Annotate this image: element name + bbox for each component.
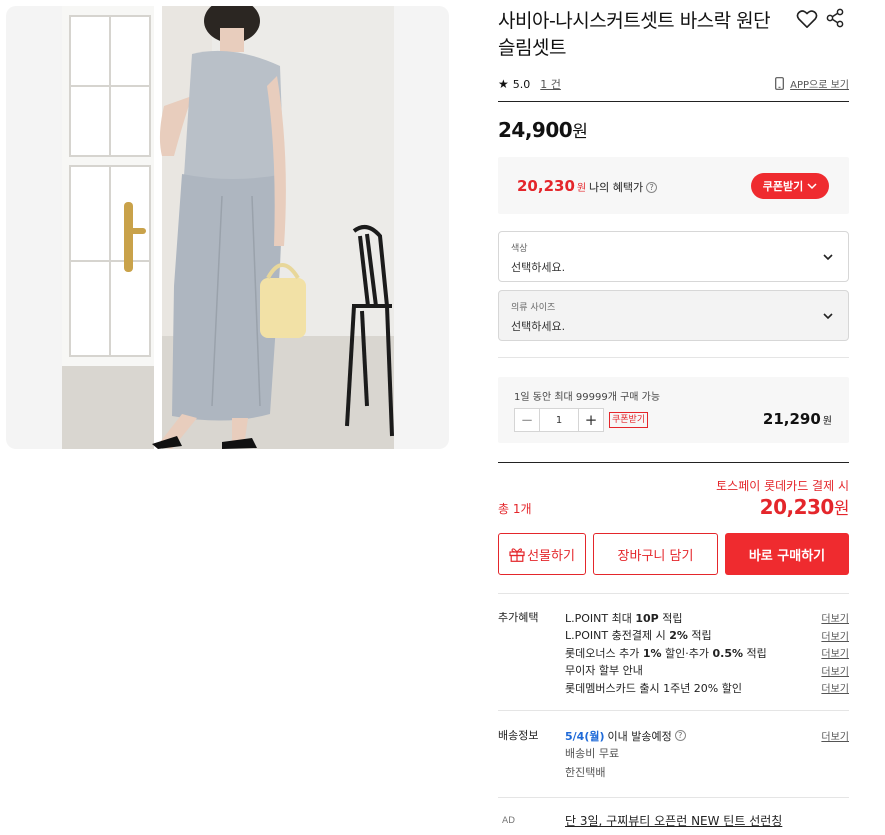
list-item: L.POINT 충전결제 시 2% 적립 더보기 (565, 627, 849, 645)
coupon-button-label: 쿠폰받기 (762, 180, 804, 193)
buy-button-label: 바로 구매하기 (748, 548, 826, 564)
product-image-container (6, 6, 449, 449)
product-title: 사비아-나시스커트셋트 바스락 원단 슬림셋트 (498, 10, 771, 59)
rating-score: 5.0 (512, 77, 531, 91)
review-count-link[interactable]: 1 건 (540, 76, 561, 92)
app-view-link[interactable]: APP으로 보기 (775, 76, 849, 91)
total-price-unit: 원 (833, 499, 850, 519)
original-price-value: 24,900 (498, 118, 573, 142)
original-price: 24,900원 (498, 117, 588, 142)
size-select-label: 의류 사이즈 (511, 303, 556, 313)
product-page: 사비아-나시스커트셋트 바스락 원단 슬림셋트 ★ 5.0 1 건 APP으로 … (0, 0, 885, 835)
share-icon[interactable] (825, 8, 845, 28)
shipping-info-title: 배송정보 (498, 729, 539, 742)
list-item: L.POINT 최대 10P 적립 더보기 (565, 609, 849, 627)
quantity-minus-button[interactable]: − (515, 409, 539, 431)
total-price: 20,230원 (759, 494, 850, 519)
size-select-value: 선택하세요. (511, 320, 566, 333)
shipping-carrier: 한진택배 (565, 766, 606, 779)
question-icon: ? (646, 181, 658, 193)
purchase-limit-note: 1일 동안 최대 99999개 구매 가능 (514, 392, 661, 403)
shipping-date-suffix: 이내 발송예정 (607, 729, 672, 743)
divider (498, 593, 849, 594)
more-link[interactable]: 더보기 (821, 645, 849, 660)
benefit-price-unit: 원 (576, 183, 587, 194)
quantity-stepper: − 1 + (514, 408, 604, 432)
shipping-fee: 배송비 무료 (565, 747, 620, 760)
benefit-text: 롯데멤버스카드 출시 1주년 20% 할인 (565, 681, 742, 695)
divider (498, 462, 849, 463)
more-link[interactable]: 더보기 (821, 728, 849, 743)
color-select-value: 선택하세요. (511, 261, 566, 274)
chevron-down-icon (823, 313, 833, 320)
question-icon[interactable]: ? (674, 730, 686, 741)
item-price-value: 21,290 (762, 410, 821, 428)
shipping-date-value: 5/4(월) (565, 729, 605, 743)
ad-badge: AD (502, 816, 516, 826)
mobile-phone-icon (775, 77, 785, 90)
add-to-cart-button[interactable]: 장바구니 담기 (593, 533, 718, 575)
gift-icon (509, 547, 525, 562)
color-select[interactable]: 색상 선택하세요. (498, 231, 849, 282)
benefit-price-value: 20,230 (517, 177, 575, 195)
rating-row: ★ 5.0 1 건 (498, 76, 561, 92)
benefit-text: L.POINT 충전결제 시 2% 적립 (565, 629, 712, 643)
extra-benefits-title: 추가혜택 (498, 611, 539, 624)
list-item: 롯데오너스 추가 1% 할인·추가 0.5% 적립 더보기 (565, 644, 849, 662)
my-benefit-text: 나의 혜택가 (589, 181, 644, 194)
more-link[interactable]: 더보기 (821, 663, 849, 678)
item-price: 21,290 원 (763, 410, 832, 428)
quantity-plus-button[interactable]: + (579, 409, 603, 431)
item-price-unit: 원 (822, 416, 832, 427)
shipping-date: 5/4(월) 이내 발송예정 ? (565, 728, 686, 744)
quantity-box: 1일 동안 최대 99999개 구매 가능 − 1 + 쿠폰받기 21,290 원 (498, 377, 849, 443)
wishlist-heart-icon[interactable] (796, 9, 818, 29)
more-link[interactable]: 더보기 (821, 628, 849, 643)
more-link[interactable]: 더보기 (821, 680, 849, 695)
shipping-info: 5/4(월) 이내 발송예정 ? 더보기 배송비 무료 한진택배 (565, 727, 849, 782)
divider (498, 357, 849, 358)
benefit-text: 롯데오너스 추가 1% 할인·추가 0.5% 적립 (565, 646, 767, 660)
extra-benefits-list: L.POINT 최대 10P 적립 더보기 L.POINT 충전결제 시 2% … (565, 609, 849, 697)
gift-button[interactable]: 선물하기 (498, 533, 586, 575)
toss-promo-text: 토스페이 롯데카드 결제 시 (716, 479, 849, 493)
ad-link[interactable]: 단 3일, 구찌뷰티 오픈런 NEW 틴트 선런칭 (565, 812, 782, 829)
quantity-value[interactable]: 1 (539, 409, 579, 431)
benefit-price-box: 20,230 원 나의 혜택가 ? 쿠폰받기 (498, 157, 849, 214)
divider (498, 797, 849, 798)
app-view-label: APP으로 보기 (790, 80, 849, 91)
benefit-text: 무이자 할부 안내 (565, 664, 643, 678)
divider (498, 710, 849, 711)
chevron-down-icon (807, 182, 817, 189)
list-item: 롯데멤버스카드 출시 1주년 20% 할인 더보기 (565, 679, 849, 697)
coupon-download-button[interactable]: 쿠폰받기 (751, 173, 829, 199)
divider (498, 101, 849, 102)
shipping-date-row: 5/4(월) 이내 발송예정 ? 더보기 (565, 727, 849, 744)
list-item: 무이자 할부 안내 더보기 (565, 662, 849, 680)
gift-button-label: 선물하기 (527, 548, 575, 564)
color-select-label: 색상 (511, 244, 528, 254)
my-benefit-label[interactable]: 나의 혜택가 ? (589, 179, 658, 195)
cart-button-label: 장바구니 담기 (617, 548, 694, 564)
benefit-price: 20,230 원 (517, 177, 586, 195)
star-icon: ★ (498, 77, 509, 91)
chevron-down-icon (823, 254, 833, 261)
product-photo[interactable] (62, 6, 394, 449)
item-coupon-tag[interactable]: 쿠폰받기 (609, 412, 649, 428)
benefit-text: L.POINT 최대 10P 적립 (565, 611, 683, 625)
total-price-value: 20,230 (759, 495, 835, 519)
total-count: 총 1개 (498, 502, 532, 516)
original-price-unit: 원 (572, 122, 588, 142)
buy-now-button[interactable]: 바로 구매하기 (725, 533, 849, 575)
more-link[interactable]: 더보기 (821, 610, 849, 625)
size-select[interactable]: 의류 사이즈 선택하세요. (498, 290, 849, 341)
